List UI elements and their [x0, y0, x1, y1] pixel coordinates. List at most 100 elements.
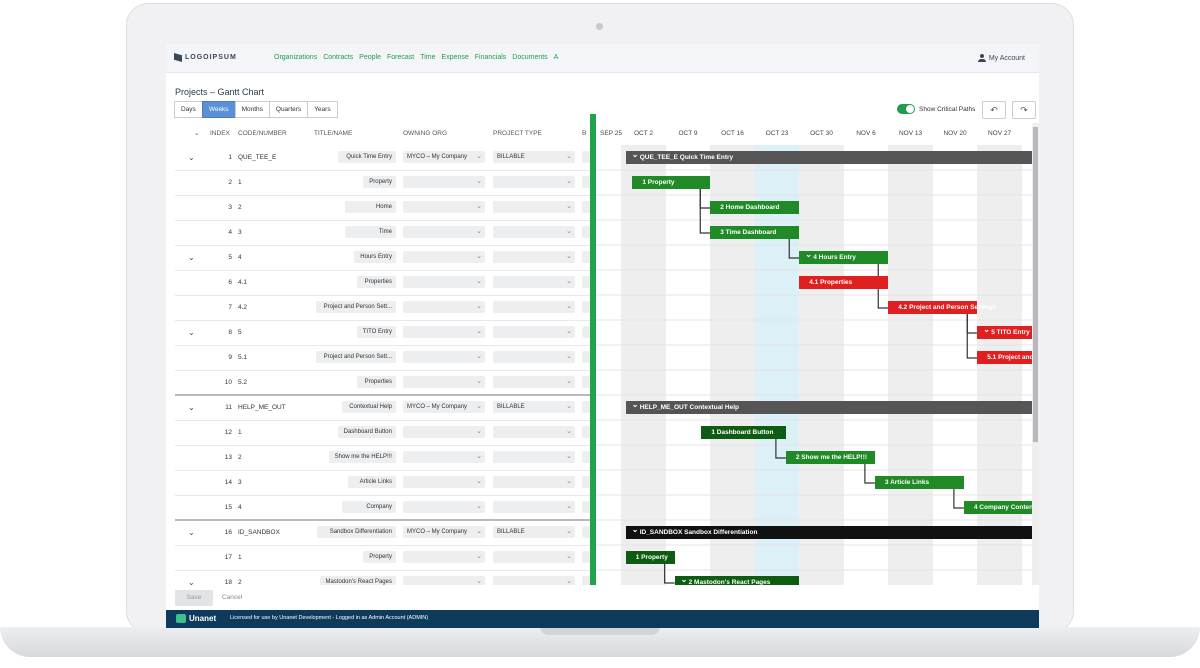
row-extra-select[interactable]	[582, 576, 590, 585]
row-extra-select[interactable]	[582, 426, 590, 438]
table-row[interactable]: ⌄ 1 QUE_TEE_E Quick Time Entry MYCO – My Com…	[175, 145, 590, 171]
tab-years[interactable]: Years	[307, 101, 338, 118]
row-title-field[interactable]: Company Content	[341, 501, 396, 513]
row-org-select[interactable]: ⌄	[403, 576, 485, 585]
row-type-select[interactable]: ⌄	[493, 276, 575, 288]
row-title-field[interactable]: Property	[363, 551, 396, 563]
row-title-field[interactable]: Sandbox Differentiation	[316, 526, 396, 538]
gantt-task-bar[interactable]: 1 Property	[632, 176, 711, 189]
row-type-select[interactable]: BILLABLE ⌄	[493, 151, 575, 163]
table-row[interactable]: 14 3 Article Links ⌄ ⌄	[175, 470, 590, 496]
pane-splitter[interactable]	[590, 114, 596, 585]
row-extra-select[interactable]	[582, 551, 590, 563]
row-type-select[interactable]: ⌄	[493, 551, 575, 563]
logo[interactable]: LOGOIPSUM	[174, 53, 237, 62]
redo-button[interactable]: ↷	[1012, 101, 1036, 119]
expand-chevron-icon[interactable]: ⌄	[188, 395, 195, 420]
table-row[interactable]: ⌄ 16 ID_SANDBOX Sandbox Differentiation MYCO…	[175, 520, 590, 546]
row-type-select[interactable]: ⌄	[493, 376, 575, 388]
nav-link-expense[interactable]: Expense	[442, 54, 469, 61]
row-title-field[interactable]: TITO Entry	[357, 326, 396, 338]
row-extra-select[interactable]	[582, 176, 590, 188]
row-org-select[interactable]: MYCO – My Company ⌄	[403, 526, 485, 538]
gantt-summary-bar[interactable]: QUE_TEE_E Quick Time Entry	[625, 148, 1034, 164]
expand-chevron-icon[interactable]: ⌄	[188, 320, 195, 345]
tab-days[interactable]: Days	[174, 101, 203, 118]
table-row[interactable]: ⌄ 8 5 TITO Entry ⌄ ⌄	[175, 320, 590, 346]
gantt-task-bar[interactable]: 5.1 Project and Person Settings	[977, 351, 1034, 364]
tab-quarters[interactable]: Quarters	[268, 101, 309, 118]
row-org-select[interactable]: ⌄	[403, 301, 485, 313]
table-row[interactable]: 15 4 Company Content ⌄ ⌄	[175, 495, 590, 521]
nav-link-time[interactable]: Time	[420, 54, 435, 61]
dependency-link[interactable]	[699, 189, 711, 234]
row-org-select[interactable]: MYCO – My Company ⌄	[403, 401, 485, 413]
table-row[interactable]: 7 4.2 Project and Person Sett... ⌄ ⌄	[175, 295, 590, 321]
row-title-field[interactable]: Project and Person Sett...	[316, 351, 396, 363]
table-row[interactable]: ⌄ 5 4 Hours Entry ⌄ ⌄	[175, 245, 590, 271]
row-org-select[interactable]: ⌄	[403, 201, 485, 213]
scrollbar-thumb[interactable]	[1033, 127, 1038, 442]
row-title-field[interactable]: Project and Person Sett...	[316, 301, 396, 313]
gantt-task-bar[interactable]: 1 Property	[625, 551, 675, 564]
table-row[interactable]: 2 1 Property ⌄ ⌄	[175, 170, 590, 196]
row-extra-select[interactable]	[582, 301, 590, 313]
row-title-field[interactable]: Home Dashboard	[344, 201, 396, 213]
expand-chevron-icon[interactable]: ⌄	[188, 245, 195, 270]
gantt-task-bar[interactable]: 4.2 Project and Person Settings	[888, 301, 996, 314]
dependency-link[interactable]	[966, 314, 978, 359]
gantt-summary-bar[interactable]: ID_SANDBOX Sandbox Differentiation	[625, 523, 1034, 539]
toggle-switch[interactable]	[897, 104, 915, 114]
table-row[interactable]: 32 Home Dashboard ⌄ ⌄	[175, 195, 590, 221]
row-type-select[interactable]: ⌄	[493, 451, 575, 463]
row-title-field[interactable]: Mastodon's React Pages	[319, 576, 396, 585]
gantt-task-bar[interactable]: 2 Show me the HELP!!!	[785, 451, 875, 464]
undo-button[interactable]: ↶	[982, 101, 1006, 119]
col-header-index[interactable]: INDEX	[210, 123, 230, 145]
expand-chevron-icon[interactable]: ⌄	[188, 145, 195, 170]
nav-link-contracts[interactable]: Contracts	[323, 54, 353, 61]
gantt-summary-bar[interactable]: 4 Hours Entry	[799, 248, 889, 264]
row-title-field[interactable]: Contextual Help	[341, 401, 396, 413]
row-org-select[interactable]: ⌄	[403, 451, 485, 463]
table-row[interactable]: 12 1 Dashboard Button ⌄ ⌄	[175, 420, 590, 446]
gantt-task-bar[interactable]: 4.1 Properties	[799, 276, 889, 289]
row-type-select[interactable]: ⌄	[493, 476, 575, 488]
my-account-button[interactable]: My Account	[977, 54, 1025, 62]
row-extra-select[interactable]	[582, 376, 590, 388]
row-org-select[interactable]: ⌄	[403, 276, 485, 288]
gantt-task-bar[interactable]: 3 Article Links	[874, 476, 964, 489]
col-header-title[interactable]: TITLE/NAME	[314, 123, 352, 145]
row-title-field[interactable]: Properties	[357, 376, 396, 388]
col-header-type[interactable]: PROJECT TYPE	[493, 123, 542, 145]
gantt-task-bar[interactable]: 1 Dashboard Button	[701, 426, 786, 439]
table-row[interactable]: 13 2 Show me the HELP!!! ⌄ ⌄	[175, 445, 590, 471]
row-extra-select[interactable]	[582, 151, 590, 163]
row-type-select[interactable]: ⌄	[493, 226, 575, 238]
row-type-select[interactable]: ⌄	[493, 576, 575, 585]
collapse-all-icon[interactable]: ⌄	[194, 123, 199, 145]
row-extra-select[interactable]	[582, 526, 590, 538]
tab-weeks[interactable]: Weeks	[201, 101, 236, 118]
dependency-link[interactable]	[877, 289, 889, 309]
row-type-select[interactable]: ⌄	[493, 501, 575, 513]
table-row[interactable]: 43 Time Dashboard ⌄ ⌄	[175, 220, 590, 246]
table-row[interactable]: 9 5.1 Project and Person Sett... ⌄ ⌄	[175, 345, 590, 371]
dependency-link[interactable]	[699, 189, 711, 209]
nav-link-organizations[interactable]: Organizations	[274, 54, 317, 61]
row-org-select[interactable]: ⌄	[403, 326, 485, 338]
table-row[interactable]: ⌄ 18 2 Mastodon's React Pages ⌄ ⌄	[175, 570, 590, 585]
dependency-link[interactable]	[788, 239, 800, 259]
row-org-select[interactable]: ⌄	[403, 251, 485, 263]
nav-link-a[interactable]: A	[554, 54, 559, 61]
row-org-select[interactable]: ⌄	[403, 426, 485, 438]
nav-link-forecast[interactable]: Forecast	[387, 54, 414, 61]
expand-chevron-icon[interactable]: ⌄	[188, 520, 195, 545]
row-org-select[interactable]: ⌄	[403, 351, 485, 363]
row-type-select[interactable]: ⌄	[493, 176, 575, 188]
row-title-field[interactable]: Properties	[357, 276, 396, 288]
row-title-field[interactable]: Article Links	[347, 476, 396, 488]
tab-months[interactable]: Months	[234, 101, 270, 118]
critical-paths-toggle[interactable]: Show Critical Paths	[897, 104, 975, 114]
row-extra-select[interactable]	[582, 401, 590, 413]
